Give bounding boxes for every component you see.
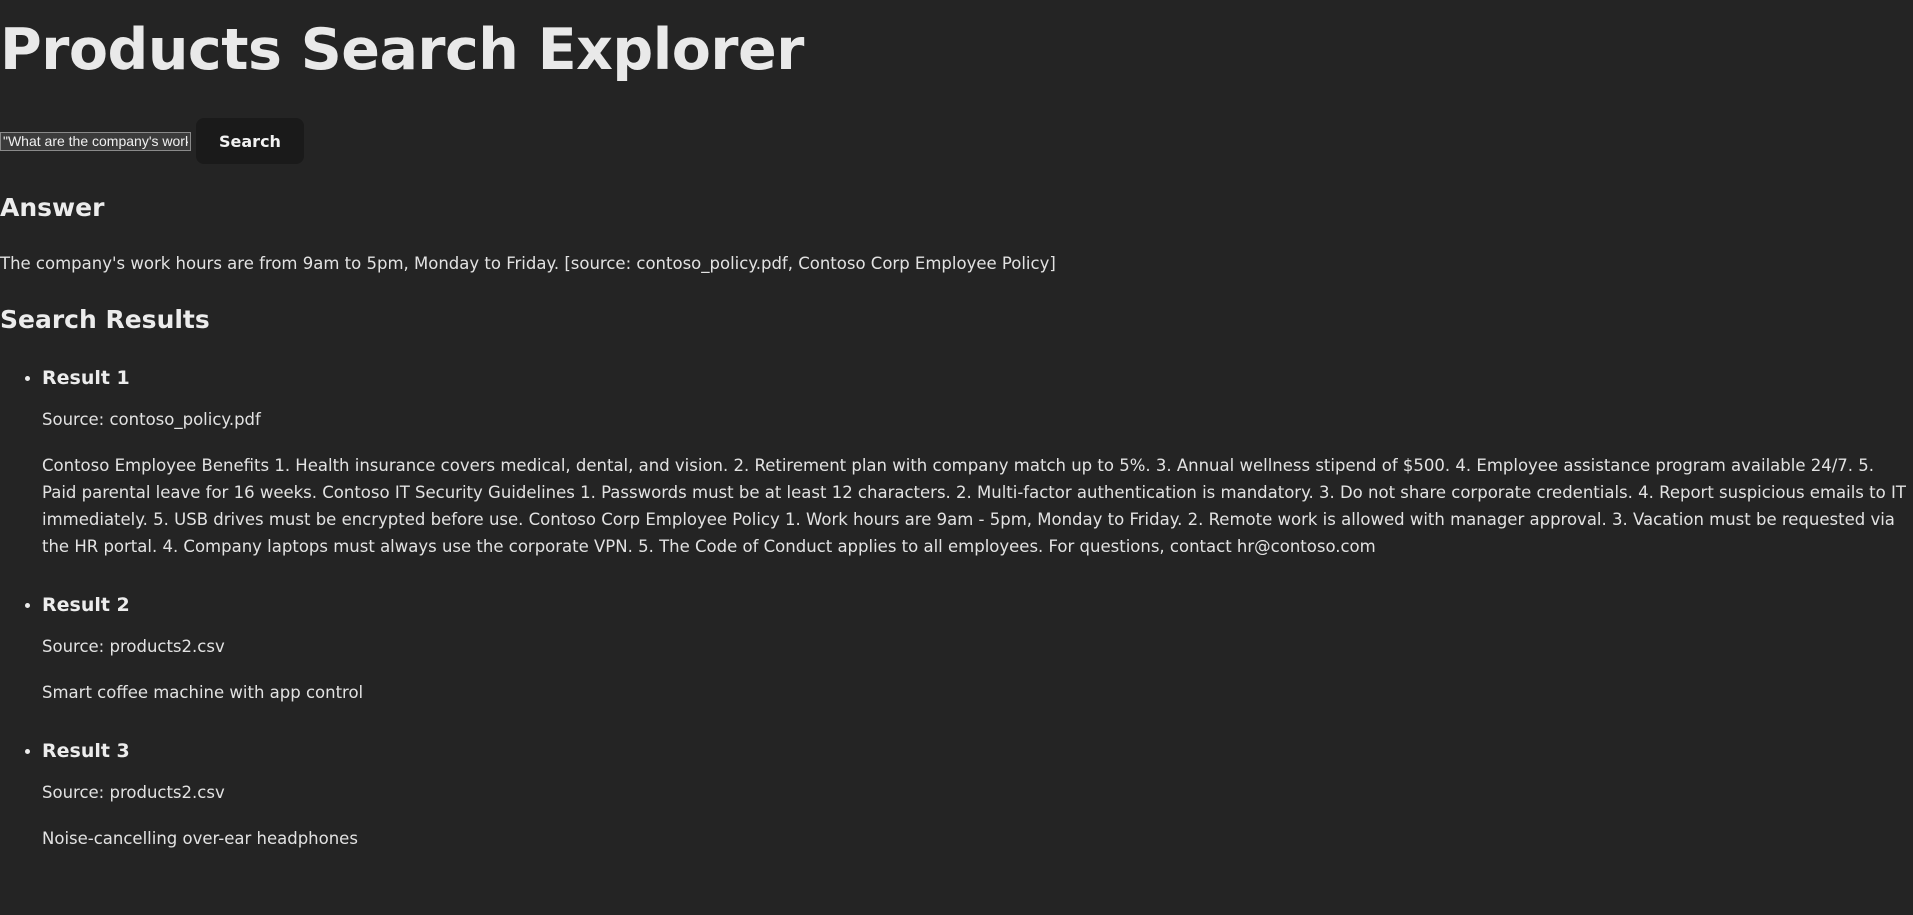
page: Products Search Explorer Search Answer T… (0, 0, 1913, 915)
search-results-heading: Search Results (0, 305, 210, 334)
result-content: Contoso Employee Benefits 1. Health insu… (42, 456, 1906, 556)
search-results-list: Result 1 Source: contoso_policy.pdf Cont… (0, 360, 1913, 863)
result-title: Result 1 (42, 367, 130, 389)
result-source: Source: contoso_policy.pdf (42, 410, 261, 429)
list-item: Result 1 Source: contoso_policy.pdf Cont… (42, 360, 1913, 587)
result-source: Source: products2.csv (42, 637, 225, 656)
search-bar: Search (0, 118, 304, 164)
answer-text: The company's work hours are from 9am to… (0, 254, 1056, 273)
result-content: Smart coffee machine with app control (42, 683, 364, 702)
answer-heading: Answer (0, 193, 105, 222)
result-title: Result 2 (42, 594, 130, 616)
list-item: Result 3 Source: products2.csv Noise-can… (42, 733, 1913, 863)
result-content: Noise-cancelling over-ear headphones (42, 829, 358, 848)
search-input[interactable] (0, 131, 191, 151)
result-source: Source: products2.csv (42, 783, 225, 802)
search-button[interactable]: Search (196, 118, 304, 164)
result-title: Result 3 (42, 740, 130, 762)
page-title: Products Search Explorer (0, 17, 804, 83)
list-item: Result 2 Source: products2.csv Smart cof… (42, 587, 1913, 733)
